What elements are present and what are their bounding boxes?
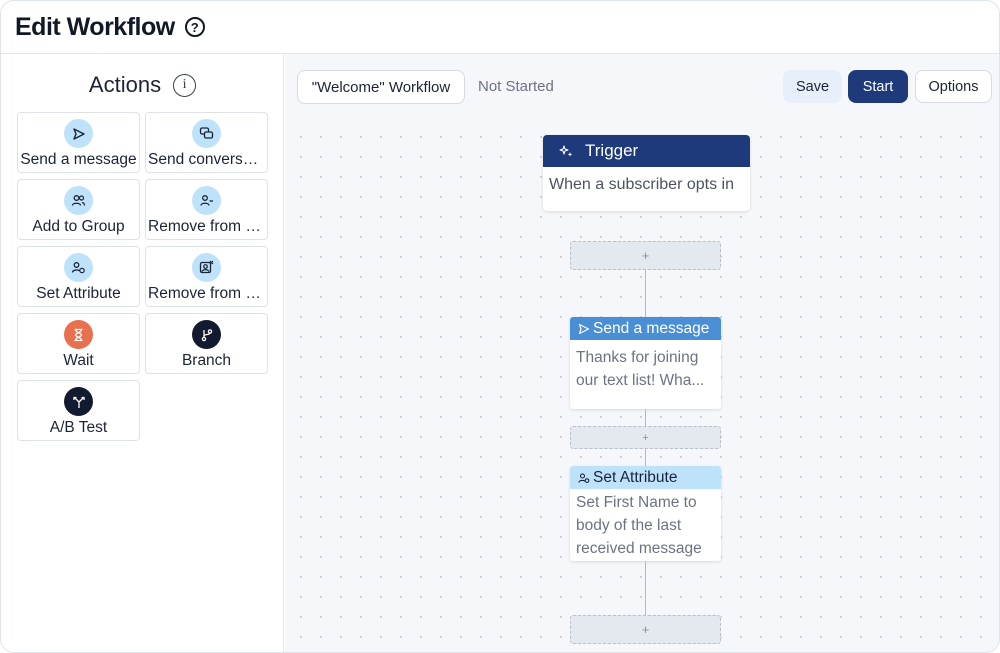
node-header: Send a message xyxy=(570,317,721,340)
page-title: Edit Workflow xyxy=(15,12,175,41)
add-step-slot[interactable]: + xyxy=(570,615,721,644)
node-header: Set Attribute xyxy=(570,466,721,489)
branch-icon xyxy=(192,320,221,349)
trigger-node[interactable]: Trigger When a subscriber opts in xyxy=(543,135,750,211)
workflow-toolbar: "Welcome" Workflow Not Started Save Star… xyxy=(285,54,999,119)
sparkle-icon xyxy=(559,144,573,158)
action-remove-from-group[interactable]: Remove from Group xyxy=(145,179,268,240)
set-attribute-node[interactable]: Set Attribute Set First Name to body of … xyxy=(570,466,721,561)
trigger-header: Trigger xyxy=(543,135,750,167)
remove-image-icon xyxy=(192,253,221,282)
action-wait[interactable]: Wait xyxy=(17,313,140,374)
app-window: Edit Workflow ? Actions i Send a message… xyxy=(0,0,1000,653)
node-title: Send a message xyxy=(593,319,710,337)
question-circle-icon[interactable]: ? xyxy=(184,17,205,37)
user-attribute-icon xyxy=(64,253,93,282)
actions-sidebar: Actions i Send a message Send conversati… xyxy=(1,54,284,652)
user-minus-icon xyxy=(192,186,221,215)
action-set-attribute[interactable]: Set Attribute xyxy=(17,246,140,307)
node-description: Thanks for joining our text list! Wha... xyxy=(576,349,705,388)
workflow-status: Not Started xyxy=(478,78,554,95)
split-icon xyxy=(64,387,93,416)
action-ab-test[interactable]: A/B Test xyxy=(17,380,140,441)
send-message-node[interactable]: Send a message Thanks for joining our te… xyxy=(570,317,721,409)
add-step-slot[interactable]: + xyxy=(570,426,721,449)
save-button[interactable]: Save xyxy=(783,70,842,103)
action-label: Add to Group xyxy=(32,218,125,235)
action-branch[interactable]: Branch xyxy=(145,313,268,374)
node-title: Set Attribute xyxy=(593,468,678,486)
hourglass-icon xyxy=(64,320,93,349)
send-icon xyxy=(578,323,590,335)
trigger-title: Trigger xyxy=(585,141,639,160)
sidebar-header: Actions i xyxy=(1,72,284,98)
chat-icon xyxy=(192,119,221,148)
workflow-name-field[interactable]: "Welcome" Workflow xyxy=(297,70,465,104)
action-send-conversation[interactable]: Send conversation xyxy=(145,112,268,173)
action-label: Set Attribute xyxy=(36,285,121,302)
action-send-message[interactable]: Send a message xyxy=(17,112,140,173)
action-label: Remove from Group xyxy=(148,218,267,235)
options-button[interactable]: Options xyxy=(915,70,992,103)
action-label: Send conversation xyxy=(148,151,267,168)
sidebar-title: Actions xyxy=(88,72,162,97)
action-label: Send a message xyxy=(20,151,137,168)
connector-line xyxy=(645,409,646,426)
user-attribute-icon xyxy=(578,472,590,484)
connector-line xyxy=(645,449,646,466)
action-label: A/B Test xyxy=(49,419,108,436)
add-step-slot[interactable]: + xyxy=(570,241,721,270)
users-icon xyxy=(64,186,93,215)
action-label: Remove from Workflow xyxy=(148,285,267,302)
connector-line xyxy=(645,561,646,615)
action-add-to-group[interactable]: Add to Group xyxy=(17,179,140,240)
trigger-description: When a subscriber opts in xyxy=(549,176,734,193)
connector-line xyxy=(645,270,646,317)
send-icon xyxy=(64,119,93,148)
action-remove-from-workflow[interactable]: Remove from Workflow xyxy=(145,246,268,307)
node-description: Set First Name to body of the last recei… xyxy=(576,494,702,557)
action-label: Wait xyxy=(63,352,94,369)
info-icon[interactable]: i xyxy=(173,73,197,97)
start-button[interactable]: Start xyxy=(848,70,908,103)
action-label: Branch xyxy=(181,352,232,369)
page-header: Edit Workflow ? xyxy=(1,1,999,54)
